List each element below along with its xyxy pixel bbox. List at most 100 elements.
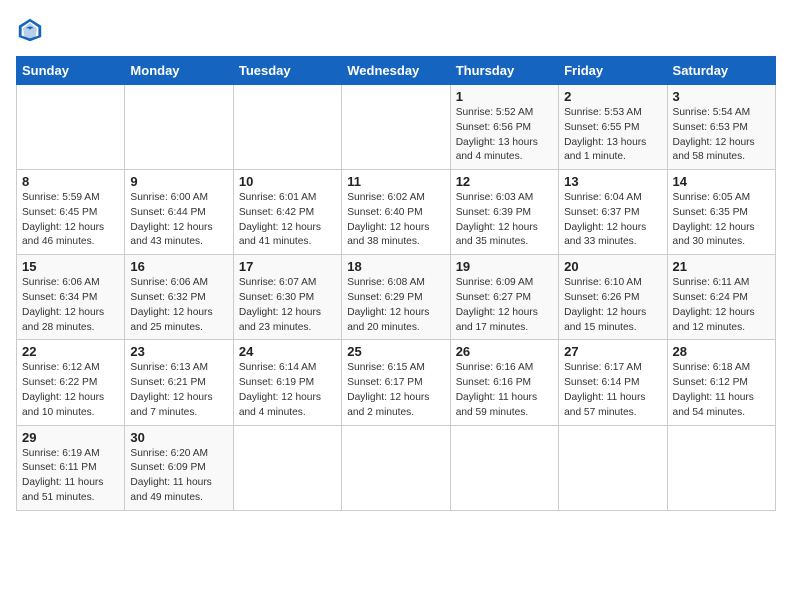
day-cell: 25 Sunrise: 6:15 AMSunset: 6:17 PMDayligh… [342, 340, 450, 425]
day-cell [559, 425, 667, 510]
day-info: Sunrise: 6:01 AMSunset: 6:42 PMDaylight:… [239, 191, 336, 250]
week-row-2: 8 Sunrise: 5:59 AMSunset: 6:45 PMDaylight… [17, 170, 776, 255]
day-info: Sunrise: 6:11 AMSunset: 6:24 PMDaylight:… [673, 276, 770, 335]
day-cell: 1 Sunrise: 5:52 AMSunset: 6:56 PMDaylight… [450, 85, 558, 170]
day-info: Sunrise: 6:19 AMSunset: 6:11 PMDaylight:… [22, 447, 119, 506]
week-row-4: 22 Sunrise: 6:12 AMSunset: 6:22 PMDayligh… [17, 340, 776, 425]
week-row-5: 29 Sunrise: 6:19 AMSunset: 6:11 PMDayligh… [17, 425, 776, 510]
header-row: SundayMondayTuesdayWednesdayThursdayFrid… [17, 57, 776, 85]
col-header-friday: Friday [559, 57, 667, 85]
day-cell: 13 Sunrise: 6:04 AMSunset: 6:37 PMDayligh… [559, 170, 667, 255]
week-row-3: 15 Sunrise: 6:06 AMSunset: 6:34 PMDayligh… [17, 255, 776, 340]
day-cell [17, 85, 125, 170]
day-cell: 12 Sunrise: 6:03 AMSunset: 6:39 PMDayligh… [450, 170, 558, 255]
day-info: Sunrise: 6:09 AMSunset: 6:27 PMDaylight:… [456, 276, 553, 335]
day-cell [342, 425, 450, 510]
day-info: Sunrise: 6:06 AMSunset: 6:34 PMDaylight:… [22, 276, 119, 335]
day-cell: 24 Sunrise: 6:14 AMSunset: 6:19 PMDayligh… [233, 340, 341, 425]
day-number: 28 [673, 344, 770, 359]
day-cell: 3 Sunrise: 5:54 AMSunset: 6:53 PMDaylight… [667, 85, 775, 170]
day-info: Sunrise: 6:00 AMSunset: 6:44 PMDaylight:… [130, 191, 227, 250]
day-info: Sunrise: 6:04 AMSunset: 6:37 PMDaylight:… [564, 191, 661, 250]
day-number: 24 [239, 344, 336, 359]
day-info: Sunrise: 6:10 AMSunset: 6:26 PMDaylight:… [564, 276, 661, 335]
day-info: Sunrise: 6:08 AMSunset: 6:29 PMDaylight:… [347, 276, 444, 335]
day-cell: 21 Sunrise: 6:11 AMSunset: 6:24 PMDayligh… [667, 255, 775, 340]
day-cell: 17 Sunrise: 6:07 AMSunset: 6:30 PMDayligh… [233, 255, 341, 340]
day-number: 14 [673, 174, 770, 189]
page-header [16, 16, 776, 44]
day-number: 23 [130, 344, 227, 359]
day-number: 1 [456, 89, 553, 104]
day-cell: 20 Sunrise: 6:10 AMSunset: 6:26 PMDayligh… [559, 255, 667, 340]
day-number: 15 [22, 259, 119, 274]
day-number: 27 [564, 344, 661, 359]
day-info: Sunrise: 6:13 AMSunset: 6:21 PMDaylight:… [130, 361, 227, 420]
day-cell: 28 Sunrise: 6:18 AMSunset: 6:12 PMDayligh… [667, 340, 775, 425]
day-cell: 2 Sunrise: 5:53 AMSunset: 6:55 PMDaylight… [559, 85, 667, 170]
day-cell: 14 Sunrise: 6:05 AMSunset: 6:35 PMDayligh… [667, 170, 775, 255]
day-cell: 15 Sunrise: 6:06 AMSunset: 6:34 PMDayligh… [17, 255, 125, 340]
day-cell [667, 425, 775, 510]
day-number: 17 [239, 259, 336, 274]
day-info: Sunrise: 6:05 AMSunset: 6:35 PMDaylight:… [673, 191, 770, 250]
day-number: 2 [564, 89, 661, 104]
day-info: Sunrise: 6:12 AMSunset: 6:22 PMDaylight:… [22, 361, 119, 420]
day-number: 8 [22, 174, 119, 189]
day-number: 10 [239, 174, 336, 189]
col-header-sunday: Sunday [17, 57, 125, 85]
day-info: Sunrise: 6:15 AMSunset: 6:17 PMDaylight:… [347, 361, 444, 420]
day-number: 9 [130, 174, 227, 189]
day-cell: 19 Sunrise: 6:09 AMSunset: 6:27 PMDayligh… [450, 255, 558, 340]
day-cell: 8 Sunrise: 5:59 AMSunset: 6:45 PMDaylight… [17, 170, 125, 255]
day-cell: 26 Sunrise: 6:16 AMSunset: 6:16 PMDayligh… [450, 340, 558, 425]
day-cell: 22 Sunrise: 6:12 AMSunset: 6:22 PMDayligh… [17, 340, 125, 425]
day-cell: 9 Sunrise: 6:00 AMSunset: 6:44 PMDaylight… [125, 170, 233, 255]
day-cell [342, 85, 450, 170]
day-cell [450, 425, 558, 510]
day-cell: 29 Sunrise: 6:19 AMSunset: 6:11 PMDayligh… [17, 425, 125, 510]
day-number: 25 [347, 344, 444, 359]
week-row-1: 1 Sunrise: 5:52 AMSunset: 6:56 PMDaylight… [17, 85, 776, 170]
day-number: 3 [673, 89, 770, 104]
day-cell: 27Sunrise: 6:17 AMSunset: 6:14 PMDayligh… [559, 340, 667, 425]
day-number: 16 [130, 259, 227, 274]
day-number: 26 [456, 344, 553, 359]
day-number: 22 [22, 344, 119, 359]
day-number: 20 [564, 259, 661, 274]
day-number: 19 [456, 259, 553, 274]
logo [16, 16, 48, 44]
day-number: 13 [564, 174, 661, 189]
col-header-thursday: Thursday [450, 57, 558, 85]
day-info: Sunrise: 6:07 AMSunset: 6:30 PMDaylight:… [239, 276, 336, 335]
day-number: 30 [130, 430, 227, 445]
day-number: 12 [456, 174, 553, 189]
day-info: Sunrise: 6:02 AMSunset: 6:40 PMDaylight:… [347, 191, 444, 250]
day-cell: 18 Sunrise: 6:08 AMSunset: 6:29 PMDayligh… [342, 255, 450, 340]
day-info: Sunrise: 5:54 AMSunset: 6:53 PMDaylight:… [673, 106, 770, 165]
day-number: 29 [22, 430, 119, 445]
calendar-table: SundayMondayTuesdayWednesdayThursdayFrid… [16, 56, 776, 511]
day-info: Sunrise: 6:16 AMSunset: 6:16 PMDaylight:… [456, 361, 553, 420]
col-header-wednesday: Wednesday [342, 57, 450, 85]
day-info: Sunrise: 5:59 AMSunset: 6:45 PMDaylight:… [22, 191, 119, 250]
day-cell [233, 85, 341, 170]
day-cell: 10 Sunrise: 6:01 AMSunset: 6:42 PMDayligh… [233, 170, 341, 255]
day-info: Sunrise: 6:14 AMSunset: 6:19 PMDaylight:… [239, 361, 336, 420]
day-info: Sunrise: 5:53 AMSunset: 6:55 PMDaylight:… [564, 106, 661, 165]
day-number: 18 [347, 259, 444, 274]
day-info: Sunrise: 6:18 AMSunset: 6:12 PMDaylight:… [673, 361, 770, 420]
day-info: Sunrise: 6:03 AMSunset: 6:39 PMDaylight:… [456, 191, 553, 250]
col-header-monday: Monday [125, 57, 233, 85]
day-info: Sunrise: 6:20 AMSunset: 6:09 PMDaylight:… [130, 447, 227, 506]
day-info: Sunrise: 6:06 AMSunset: 6:32 PMDaylight:… [130, 276, 227, 335]
day-cell: 16 Sunrise: 6:06 AMSunset: 6:32 PMDayligh… [125, 255, 233, 340]
day-cell [233, 425, 341, 510]
logo-icon [16, 16, 44, 44]
col-header-tuesday: Tuesday [233, 57, 341, 85]
day-cell: 23 Sunrise: 6:13 AMSunset: 6:21 PMDayligh… [125, 340, 233, 425]
day-number: 21 [673, 259, 770, 274]
day-info: Sunrise: 5:52 AMSunset: 6:56 PMDaylight:… [456, 106, 553, 165]
day-cell: 30 Sunrise: 6:20 AMSunset: 6:09 PMDayligh… [125, 425, 233, 510]
day-number: 11 [347, 174, 444, 189]
